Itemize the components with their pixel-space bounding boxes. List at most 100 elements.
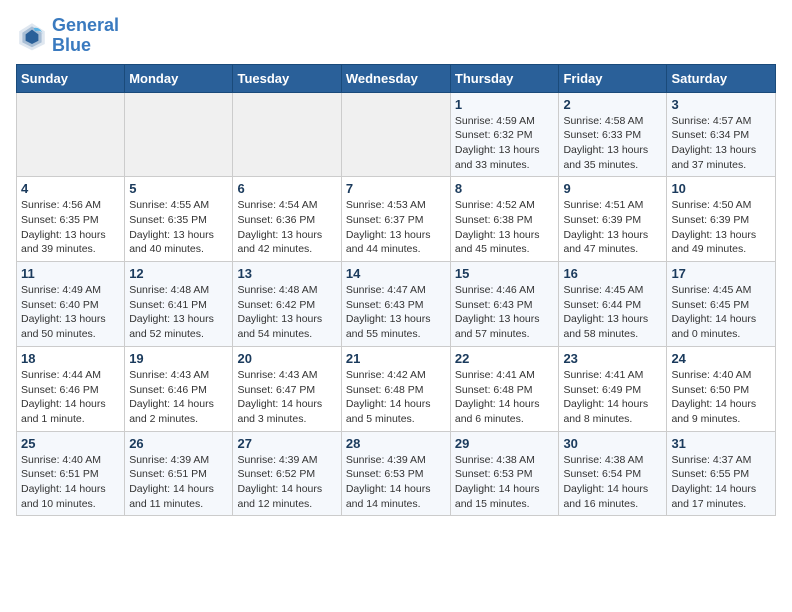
weekday-header-saturday: Saturday — [667, 64, 776, 92]
day-number: 21 — [346, 351, 446, 366]
header: General Blue — [16, 16, 776, 56]
day-info: Sunrise: 4:42 AM Sunset: 6:48 PM Dayligh… — [346, 368, 446, 427]
weekday-header-friday: Friday — [559, 64, 667, 92]
calendar-cell: 19 Sunrise: 4:43 AM Sunset: 6:46 PM Dayli… — [125, 346, 233, 431]
day-info: Sunrise: 4:41 AM Sunset: 6:48 PM Dayligh… — [455, 368, 555, 427]
day-info: Sunrise: 4:39 AM Sunset: 6:53 PM Dayligh… — [346, 453, 446, 512]
day-number: 4 — [21, 181, 120, 196]
calendar-cell: 15 Sunrise: 4:46 AM Sunset: 6:43 PM Dayli… — [450, 262, 559, 347]
day-number: 31 — [671, 436, 771, 451]
day-info: Sunrise: 4:51 AM Sunset: 6:39 PM Dayligh… — [563, 198, 662, 257]
day-info: Sunrise: 4:43 AM Sunset: 6:47 PM Dayligh… — [237, 368, 336, 427]
day-info: Sunrise: 4:41 AM Sunset: 6:49 PM Dayligh… — [563, 368, 662, 427]
day-info: Sunrise: 4:54 AM Sunset: 6:36 PM Dayligh… — [237, 198, 336, 257]
day-number: 29 — [455, 436, 555, 451]
day-number: 28 — [346, 436, 446, 451]
day-info: Sunrise: 4:53 AM Sunset: 6:37 PM Dayligh… — [346, 198, 446, 257]
day-number: 12 — [129, 266, 228, 281]
calendar-cell: 30 Sunrise: 4:38 AM Sunset: 6:54 PM Dayli… — [559, 431, 667, 516]
day-info: Sunrise: 4:47 AM Sunset: 6:43 PM Dayligh… — [346, 283, 446, 342]
day-info: Sunrise: 4:55 AM Sunset: 6:35 PM Dayligh… — [129, 198, 228, 257]
day-number: 10 — [671, 181, 771, 196]
calendar-cell: 1Sunrise: 4:59 AM Sunset: 6:32 PM Daylig… — [450, 92, 559, 177]
calendar-cell: 24 Sunrise: 4:40 AM Sunset: 6:50 PM Dayli… — [667, 346, 776, 431]
day-info: Sunrise: 4:50 AM Sunset: 6:39 PM Dayligh… — [671, 198, 771, 257]
calendar-cell: 14 Sunrise: 4:47 AM Sunset: 6:43 PM Dayli… — [341, 262, 450, 347]
calendar-cell: 21 Sunrise: 4:42 AM Sunset: 6:48 PM Dayli… — [341, 346, 450, 431]
logo-text: General Blue — [52, 16, 119, 56]
day-info: Sunrise: 4:44 AM Sunset: 6:46 PM Dayligh… — [21, 368, 120, 427]
day-number: 30 — [563, 436, 662, 451]
calendar-cell: 3Sunrise: 4:57 AM Sunset: 6:34 PM Daylig… — [667, 92, 776, 177]
calendar-cell — [233, 92, 341, 177]
calendar-cell — [125, 92, 233, 177]
calendar-week-1: 1Sunrise: 4:59 AM Sunset: 6:32 PM Daylig… — [17, 92, 776, 177]
day-number: 16 — [563, 266, 662, 281]
calendar-cell: 31Sunrise: 4:37 AM Sunset: 6:55 PM Dayli… — [667, 431, 776, 516]
day-info: Sunrise: 4:48 AM Sunset: 6:42 PM Dayligh… — [237, 283, 336, 342]
day-info: Sunrise: 4:56 AM Sunset: 6:35 PM Dayligh… — [21, 198, 120, 257]
day-number: 17 — [671, 266, 771, 281]
weekday-header-sunday: Sunday — [17, 64, 125, 92]
logo-icon — [16, 20, 48, 52]
calendar-cell: 22Sunrise: 4:41 AM Sunset: 6:48 PM Dayli… — [450, 346, 559, 431]
calendar-week-5: 25 Sunrise: 4:40 AM Sunset: 6:51 PM Dayli… — [17, 431, 776, 516]
calendar-cell: 26Sunrise: 4:39 AM Sunset: 6:51 PM Dayli… — [125, 431, 233, 516]
calendar-cell: 8 Sunrise: 4:52 AM Sunset: 6:38 PM Daylig… — [450, 177, 559, 262]
calendar-cell: 25 Sunrise: 4:40 AM Sunset: 6:51 PM Dayli… — [17, 431, 125, 516]
weekday-header-monday: Monday — [125, 64, 233, 92]
day-number: 23 — [563, 351, 662, 366]
day-info: Sunrise: 4:43 AM Sunset: 6:46 PM Dayligh… — [129, 368, 228, 427]
day-number: 9 — [563, 181, 662, 196]
day-info: Sunrise: 4:38 AM Sunset: 6:54 PM Dayligh… — [563, 453, 662, 512]
day-number: 25 — [21, 436, 120, 451]
day-info: Sunrise: 4:40 AM Sunset: 6:50 PM Dayligh… — [671, 368, 771, 427]
calendar-cell: 6 Sunrise: 4:54 AM Sunset: 6:36 PM Daylig… — [233, 177, 341, 262]
day-info: Sunrise: 4:39 AM Sunset: 6:51 PM Dayligh… — [129, 453, 228, 512]
calendar-cell: 27 Sunrise: 4:39 AM Sunset: 6:52 PM Dayli… — [233, 431, 341, 516]
calendar-cell: 16 Sunrise: 4:45 AM Sunset: 6:44 PM Dayli… — [559, 262, 667, 347]
calendar-header-row: SundayMondayTuesdayWednesdayThursdayFrid… — [17, 64, 776, 92]
calendar-cell: 23 Sunrise: 4:41 AM Sunset: 6:49 PM Dayli… — [559, 346, 667, 431]
calendar-cell: 9 Sunrise: 4:51 AM Sunset: 6:39 PM Daylig… — [559, 177, 667, 262]
day-info: Sunrise: 4:39 AM Sunset: 6:52 PM Dayligh… — [237, 453, 336, 512]
calendar-week-2: 4 Sunrise: 4:56 AM Sunset: 6:35 PM Daylig… — [17, 177, 776, 262]
day-info: Sunrise: 4:59 AM Sunset: 6:32 PM Dayligh… — [455, 114, 555, 173]
day-info: Sunrise: 4:40 AM Sunset: 6:51 PM Dayligh… — [21, 453, 120, 512]
calendar-body: 1Sunrise: 4:59 AM Sunset: 6:32 PM Daylig… — [17, 92, 776, 516]
day-number: 2 — [563, 97, 662, 112]
day-number: 24 — [671, 351, 771, 366]
day-info: Sunrise: 4:46 AM Sunset: 6:43 PM Dayligh… — [455, 283, 555, 342]
day-info: Sunrise: 4:52 AM Sunset: 6:38 PM Dayligh… — [455, 198, 555, 257]
calendar-cell: 2Sunrise: 4:58 AM Sunset: 6:33 PM Daylig… — [559, 92, 667, 177]
day-number: 13 — [237, 266, 336, 281]
calendar-cell: 28 Sunrise: 4:39 AM Sunset: 6:53 PM Dayli… — [341, 431, 450, 516]
day-number: 15 — [455, 266, 555, 281]
calendar-cell: 12 Sunrise: 4:48 AM Sunset: 6:41 PM Dayli… — [125, 262, 233, 347]
day-info: Sunrise: 4:49 AM Sunset: 6:40 PM Dayligh… — [21, 283, 120, 342]
calendar-cell: 13 Sunrise: 4:48 AM Sunset: 6:42 PM Dayli… — [233, 262, 341, 347]
weekday-header-tuesday: Tuesday — [233, 64, 341, 92]
calendar-cell: 4 Sunrise: 4:56 AM Sunset: 6:35 PM Daylig… — [17, 177, 125, 262]
calendar-cell: 11 Sunrise: 4:49 AM Sunset: 6:40 PM Dayli… — [17, 262, 125, 347]
day-number: 14 — [346, 266, 446, 281]
day-number: 11 — [21, 266, 120, 281]
day-info: Sunrise: 4:45 AM Sunset: 6:45 PM Dayligh… — [671, 283, 771, 342]
calendar-table: SundayMondayTuesdayWednesdayThursdayFrid… — [16, 64, 776, 517]
calendar-cell: 17 Sunrise: 4:45 AM Sunset: 6:45 PM Dayli… — [667, 262, 776, 347]
calendar-cell: 10 Sunrise: 4:50 AM Sunset: 6:39 PM Dayli… — [667, 177, 776, 262]
day-info: Sunrise: 4:48 AM Sunset: 6:41 PM Dayligh… — [129, 283, 228, 342]
day-number: 20 — [237, 351, 336, 366]
day-number: 6 — [237, 181, 336, 196]
day-number: 27 — [237, 436, 336, 451]
logo: General Blue — [16, 16, 119, 56]
day-number: 19 — [129, 351, 228, 366]
calendar-cell: 20 Sunrise: 4:43 AM Sunset: 6:47 PM Dayli… — [233, 346, 341, 431]
calendar-cell — [17, 92, 125, 177]
day-number: 18 — [21, 351, 120, 366]
day-number: 5 — [129, 181, 228, 196]
calendar-cell: 5 Sunrise: 4:55 AM Sunset: 6:35 PM Daylig… — [125, 177, 233, 262]
day-info: Sunrise: 4:45 AM Sunset: 6:44 PM Dayligh… — [563, 283, 662, 342]
calendar-cell: 18 Sunrise: 4:44 AM Sunset: 6:46 PM Dayli… — [17, 346, 125, 431]
day-number: 8 — [455, 181, 555, 196]
